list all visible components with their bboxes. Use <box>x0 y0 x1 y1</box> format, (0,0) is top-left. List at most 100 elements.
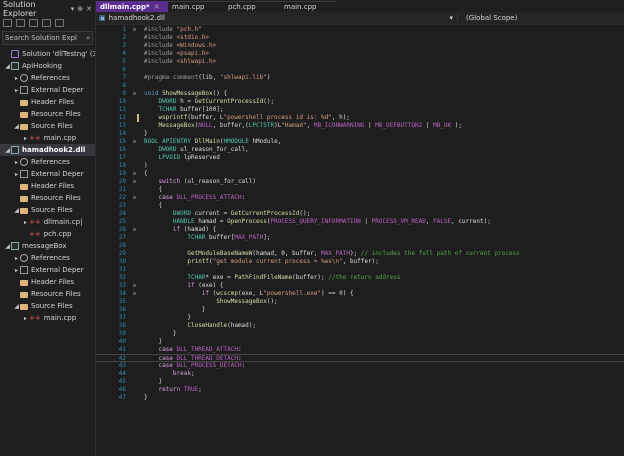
code-line[interactable]: 28 <box>96 242 624 250</box>
code-line[interactable]: 27 TCHAR buffer[MAX_PATH]; <box>96 234 624 242</box>
fold-icon[interactable]: ⊟ <box>133 194 139 202</box>
tree-item[interactable]: Header Files <box>0 180 95 192</box>
code-line[interactable]: 24 DWORD current = GetCurrentProcessId()… <box>96 210 624 218</box>
code-line[interactable]: 32 TCHAR* exe = PathFindFileName(buffer)… <box>96 274 624 282</box>
tree-item[interactable]: ▸ External Deper <box>0 84 95 96</box>
code-area[interactable]: 1 ⊟ #include "pch.h" 2 #include <stdio.h> 3 #i… <box>96 26 624 456</box>
tab-main-cpp[interactable]: main.cpp <box>280 1 336 12</box>
close-icon[interactable]: ✕ <box>86 5 92 13</box>
fold-icon[interactable]: ⊟ <box>133 226 139 234</box>
tab-dllmain-cpp-[interactable]: dllmain.cpp* ✕ <box>96 1 168 12</box>
expand-arrow-icon[interactable]: ◢ <box>4 243 11 250</box>
code-line[interactable]: 10 DWORD h = GetCurrentProcessId(); <box>96 98 624 106</box>
code-line[interactable]: 15 ⊟ BOOL APIENTRY DllMain(HMODULE hModule… <box>96 138 624 146</box>
tree-item[interactable]: ◢ Source Files <box>0 204 95 216</box>
code-line[interactable]: 30 printf("get module current process = … <box>96 258 624 266</box>
tree-item[interactable]: ◢ ApiHooking <box>0 60 95 72</box>
tree-item[interactable]: Header Files <box>0 276 95 288</box>
tree-item[interactable]: ▸ References <box>0 252 95 264</box>
fold-icon[interactable]: ⊟ <box>133 290 139 298</box>
code-line[interactable]: 41 case DLL_THREAD_ATTACH: <box>96 346 624 354</box>
code-line[interactable]: 19 ⊟ { <box>96 170 624 178</box>
code-line[interactable]: 37 } <box>96 314 624 322</box>
scope-dropdown[interactable]: (Global Scope) <box>458 14 624 22</box>
code-line[interactable]: 39 } <box>96 330 624 338</box>
tree-item[interactable]: ▸ ++ main.cpp <box>0 312 95 324</box>
code-line[interactable]: 18) <box>96 162 624 170</box>
pin-icon[interactable]: ⊕ <box>77 5 83 13</box>
tree-item[interactable]: ◢ Source Files <box>0 120 95 132</box>
expand-arrow-icon[interactable]: ▸ <box>22 315 29 322</box>
tree-item[interactable]: ▸ ++ dllmain.cp| <box>0 216 95 228</box>
expand-arrow-icon[interactable]: ▸ <box>13 159 20 166</box>
close-tab-icon[interactable]: ✕ <box>154 3 160 11</box>
code-line[interactable]: 47} <box>96 394 624 402</box>
dropdown-icon[interactable]: ▾ <box>71 5 75 13</box>
tree-item[interactable]: ▸ External Deper <box>0 264 95 276</box>
code-line[interactable]: 38 CloseHandle(hamad); <box>96 322 624 330</box>
solution-explorer-search[interactable]: Search Solution Expl ⌕ <box>2 31 93 45</box>
tree-item[interactable]: ▸ External Deper <box>0 168 95 180</box>
code-line[interactable]: 17 LPVOID lpReserved <box>96 154 624 162</box>
fold-icon[interactable]: ⊟ <box>133 282 139 290</box>
expand-arrow-icon[interactable]: ▸ <box>13 87 20 94</box>
fold-icon[interactable]: ⊟ <box>133 138 139 146</box>
fold-icon[interactable]: ⊟ <box>133 90 139 98</box>
expand-arrow-icon[interactable]: ▸ <box>13 267 20 274</box>
expand-arrow-icon[interactable]: ◢ <box>4 147 11 154</box>
code-line[interactable]: 36 } <box>96 306 624 314</box>
code-line[interactable]: 11 TCHAR buffer[100]; <box>96 106 624 114</box>
code-line[interactable]: 7 #pragma comment(lib, "shlwapi.lib") <box>96 74 624 82</box>
code-line[interactable]: 1 ⊟ #include "pch.h" <box>96 26 624 34</box>
code-line[interactable]: 40 } <box>96 338 624 346</box>
fold-icon[interactable]: ⊟ <box>133 178 139 186</box>
fold-icon[interactable]: ⊟ <box>133 170 139 178</box>
code-line[interactable]: 14} <box>96 130 624 138</box>
tree-item[interactable]: Solution 'dllTestng' (3 <box>0 48 95 60</box>
expand-arrow-icon[interactable]: ▸ <box>22 219 29 226</box>
tree-item[interactable]: Resource Files <box>0 192 95 204</box>
tab-main-cpp[interactable]: main.cpp <box>168 1 224 12</box>
code-line[interactable]: 31 <box>96 266 624 274</box>
code-line[interactable]: 20 ⊟ switch (ul_reason_for_call) <box>96 178 624 186</box>
expand-arrow-icon[interactable]: ▸ <box>13 255 20 262</box>
expand-arrow-icon[interactable]: ◢ <box>13 303 20 310</box>
tree-item[interactable]: ▸ References <box>0 72 95 84</box>
code-line[interactable]: 25 HANDLE hamad = OpenProcess(PROCESS_QU… <box>96 218 624 226</box>
tree-item[interactable]: Header Files <box>0 96 95 108</box>
code-line[interactable]: 2 #include <stdio.h> <box>96 34 624 42</box>
code-line[interactable]: 21 { <box>96 186 624 194</box>
sync-icon[interactable] <box>42 19 51 27</box>
expand-arrow-icon[interactable]: ▸ <box>13 75 20 82</box>
fold-icon[interactable]: ⊟ <box>133 26 139 34</box>
tree-item[interactable]: ++ pch.cpp <box>0 228 95 240</box>
code-line[interactable]: 45 } <box>96 378 624 386</box>
code-line[interactable]: 12 wsprintf(buffer, L"powershell process… <box>96 114 624 122</box>
code-line[interactable]: 33 ⊟ if (exe) { <box>96 282 624 290</box>
expand-arrow-icon[interactable]: ◢ <box>13 123 20 130</box>
expand-arrow-icon[interactable]: ▸ <box>13 171 20 178</box>
code-line[interactable]: 13 MessageBox(NULL, buffer,(LPCTSTR)L"Ha… <box>96 122 624 130</box>
code-line[interactable]: 43 case DLL_PROCESS_DETACH: <box>96 362 624 370</box>
code-line[interactable]: 9 ⊟ void ShowMessageBox() { <box>96 90 624 98</box>
tree-item[interactable]: Resource Files <box>0 288 95 300</box>
back-icon[interactable] <box>3 19 12 27</box>
code-line[interactable]: 6 <box>96 66 624 74</box>
code-line[interactable]: 16 DWORD ul_reason_for_call, <box>96 146 624 154</box>
home-icon[interactable] <box>29 19 38 27</box>
tree-item[interactable]: ◢ Source Files <box>0 300 95 312</box>
code-line[interactable]: 35 ShowMessageBox(); <box>96 298 624 306</box>
code-line[interactable]: 3 #include <Windows.h> <box>96 42 624 50</box>
tree-item[interactable]: ▸ References <box>0 156 95 168</box>
code-line[interactable]: 23 { <box>96 202 624 210</box>
expand-arrow-icon[interactable]: ▸ <box>22 135 29 142</box>
tab-pch-cpp[interactable]: pch.cpp <box>224 1 280 12</box>
code-line[interactable]: 4 #include <psapi.h> <box>96 50 624 58</box>
code-line[interactable]: 42 case DLL_THREAD_DETACH: <box>96 354 624 362</box>
expand-arrow-icon[interactable]: ◢ <box>4 63 11 70</box>
code-line[interactable]: 5 #include <shlwapi.h> <box>96 58 624 66</box>
tree-item[interactable]: Resource Files <box>0 108 95 120</box>
code-line[interactable]: 34 ⊟ if (wcscmp(exe, L"powershell.exe") =… <box>96 290 624 298</box>
expand-arrow-icon[interactable]: ◢ <box>13 207 20 214</box>
code-line[interactable]: 8 <box>96 82 624 90</box>
